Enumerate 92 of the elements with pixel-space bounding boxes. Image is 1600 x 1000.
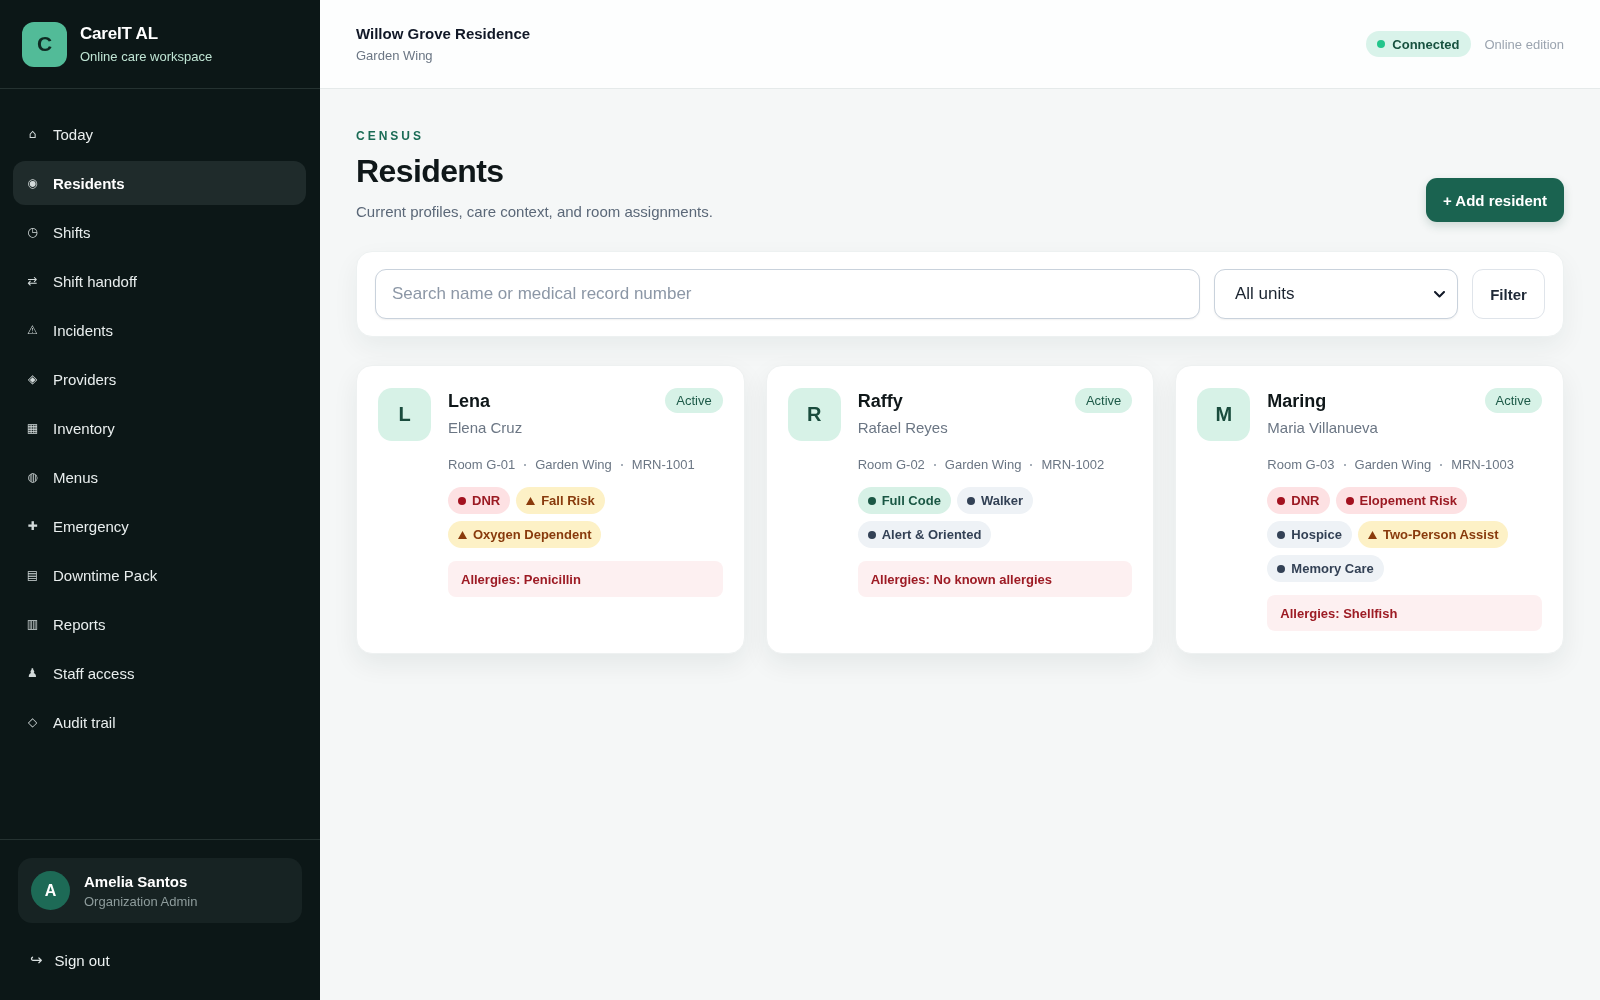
chevron-down-icon bbox=[1434, 290, 1445, 298]
resident-meta: Garden Wing bbox=[944, 456, 1022, 474]
clock-icon: ◷ bbox=[26, 226, 39, 238]
resident-name: Maring bbox=[1267, 390, 1328, 412]
allergy-note: Allergies: Penicillin bbox=[448, 561, 723, 597]
list-icon: ▤ bbox=[26, 569, 39, 581]
sidebar-item[interactable]: ▤ Downtime Pack bbox=[13, 553, 306, 597]
grid-icon: ▦ bbox=[26, 422, 39, 434]
sidebar-item[interactable]: ✚ Emergency bbox=[13, 504, 306, 548]
filter-button[interactable]: Filter bbox=[1472, 269, 1545, 319]
status-badge: Active bbox=[1074, 388, 1133, 413]
status-badge: Active bbox=[1484, 388, 1542, 413]
resident-full-name: Maria Villanueva bbox=[1267, 418, 1378, 438]
user-name: Amelia Santos bbox=[84, 872, 189, 890]
resident-meta: Room G-03 bbox=[1267, 456, 1335, 474]
resident-meta: Garden Wing bbox=[535, 456, 612, 474]
warning-triangle-icon bbox=[458, 530, 467, 539]
tag-label: Hospice bbox=[1291, 527, 1342, 542]
user-role: Organization Admin bbox=[84, 893, 198, 909]
resident-meta: Room G-01 bbox=[448, 456, 516, 474]
dot-icon bbox=[1277, 496, 1286, 505]
resident-meta: MRN-1002 bbox=[1041, 456, 1105, 474]
diamond-icon: ◈ bbox=[26, 373, 39, 385]
user-avatar: A bbox=[31, 871, 70, 910]
diamond-outline-icon: ◇ bbox=[26, 716, 39, 728]
warning-triangle-icon bbox=[526, 496, 536, 505]
dot-icon bbox=[867, 530, 876, 539]
sidebar-item[interactable]: ♟ Staff access bbox=[13, 651, 306, 695]
home-icon: ⌂ bbox=[26, 128, 39, 140]
dot-icon bbox=[1345, 496, 1354, 505]
resident-meta: Garden Wing bbox=[1354, 456, 1432, 474]
tag-label: DNR bbox=[1291, 493, 1320, 508]
tag-label: Full Code bbox=[881, 493, 941, 508]
status-label: Connected bbox=[1392, 36, 1460, 52]
resident-name: Lena bbox=[448, 390, 491, 412]
unit-select[interactable]: All units bbox=[1214, 269, 1458, 319]
resident-avatar: M bbox=[1197, 388, 1251, 441]
hook-arrow-icon: ↪ bbox=[30, 952, 43, 968]
swap-arrows-icon: ⇄ bbox=[26, 275, 39, 287]
target-icon: ◉ bbox=[26, 177, 39, 189]
allergy-note: Allergies: No known allergies bbox=[857, 561, 1133, 597]
resident-full-name: Rafael Reyes bbox=[857, 418, 948, 438]
tag-label: Alert & Oriented bbox=[881, 527, 982, 542]
tag-label: Memory Care bbox=[1291, 561, 1374, 576]
sidebar-item[interactable]: ⚠ Incidents bbox=[13, 308, 306, 352]
sidebar-item[interactable]: ◇ Audit trail bbox=[13, 700, 306, 744]
resident-full-name: Elena Cruz bbox=[448, 418, 523, 438]
sign-out-button[interactable]: ↪ Sign out bbox=[18, 940, 122, 980]
pawn-icon: ♟ bbox=[26, 667, 39, 679]
brand-logo: C bbox=[22, 21, 67, 67]
brand-tagline: Online care workspace bbox=[80, 49, 213, 64]
sidebar-item[interactable]: ▦ Inventory bbox=[13, 406, 306, 450]
striped-circle-icon: ◍ bbox=[26, 471, 39, 483]
plus-icon: ✚ bbox=[26, 520, 39, 532]
edition-label: Online edition bbox=[1484, 36, 1564, 52]
add-resident-button[interactable]: + Add resident bbox=[1425, 178, 1564, 222]
columns-icon: ▥ bbox=[26, 618, 39, 630]
tag-label: Walker bbox=[980, 493, 1024, 508]
brand-name: CareIT AL bbox=[80, 24, 159, 44]
sidebar-item[interactable]: ◉ Residents bbox=[13, 161, 306, 205]
resident-meta: MRN-1001 bbox=[631, 456, 695, 474]
resident-avatar: R bbox=[787, 388, 841, 441]
warning-triangle-icon bbox=[1367, 530, 1377, 539]
dot-icon bbox=[458, 496, 466, 505]
resident-name: Raffy bbox=[857, 390, 904, 412]
status-badge: Active bbox=[665, 388, 723, 413]
dot-icon bbox=[867, 496, 876, 505]
warning-icon: ⚠ bbox=[26, 324, 39, 336]
unit-name: Garden Wing bbox=[356, 48, 434, 63]
tag-label: Two-Person Assist bbox=[1382, 527, 1499, 542]
sidebar-item[interactable]: ⇄ Shift handoff bbox=[13, 259, 306, 303]
tag-label: Oxygen Dependent bbox=[473, 527, 592, 542]
resident-meta: MRN-1003 bbox=[1451, 456, 1514, 474]
tag-label: DNR bbox=[472, 493, 501, 508]
sidebar-item[interactable]: ▥ Reports bbox=[13, 602, 306, 646]
search-field[interactable]: Search name or medical record number bbox=[375, 269, 1200, 319]
dot-icon bbox=[1277, 530, 1286, 539]
dot-icon bbox=[966, 496, 975, 505]
sidebar-item[interactable]: ◍ Menus bbox=[13, 455, 306, 499]
resident-meta: Room G-02 bbox=[857, 456, 925, 474]
sidebar-item[interactable]: ⌂ Today bbox=[13, 112, 306, 156]
resident-avatar: L bbox=[378, 388, 431, 441]
tag-label: Elopement Risk bbox=[1359, 493, 1458, 508]
page-subtitle: Current profiles, care context, and room assignments. bbox=[356, 202, 713, 222]
facility-name: Willow Grove Residence bbox=[356, 25, 531, 42]
page-title: Residents bbox=[356, 152, 505, 190]
sidebar-item[interactable]: ◷ Shifts bbox=[13, 210, 306, 254]
dot-icon bbox=[1277, 564, 1286, 573]
section-eyebrow: CENSUS bbox=[356, 129, 425, 143]
allergy-note: Allergies: Shellfish bbox=[1267, 595, 1542, 631]
tag-label: Fall Risk bbox=[541, 493, 595, 508]
sidebar-item[interactable]: ◈ Providers bbox=[13, 357, 306, 401]
